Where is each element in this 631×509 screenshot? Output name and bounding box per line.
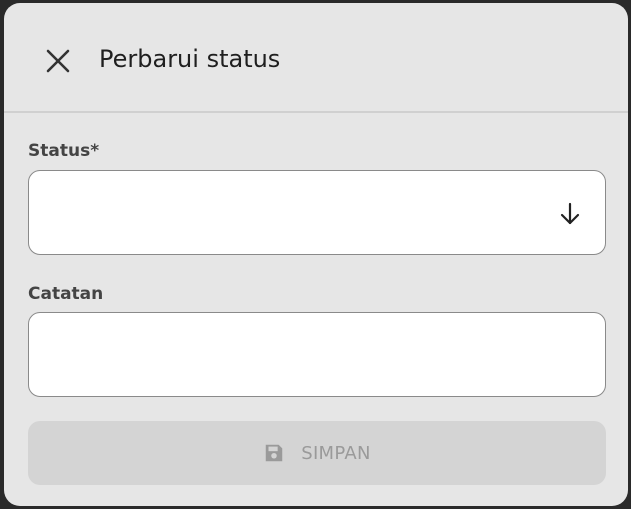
- arrow-down-icon[interactable]: [557, 201, 583, 227]
- notes-field[interactable]: [28, 312, 606, 397]
- dialog-title: Perbarui status: [99, 45, 281, 73]
- close-icon[interactable]: [42, 45, 74, 77]
- save-button[interactable]: SIMPAN: [28, 421, 606, 485]
- notes-label: Catatan: [28, 284, 104, 304]
- status-label: Status*: [28, 141, 100, 161]
- save-icon: [265, 444, 283, 462]
- dialog-header: Perbarui status: [4, 3, 628, 113]
- notes-input[interactable]: [29, 313, 605, 396]
- close-button[interactable]: [42, 45, 74, 77]
- update-status-dialog: Perbarui status Status* Catatan SIMPAN: [4, 3, 628, 506]
- save-button-label: SIMPAN: [301, 442, 371, 464]
- status-select[interactable]: [28, 170, 606, 255]
